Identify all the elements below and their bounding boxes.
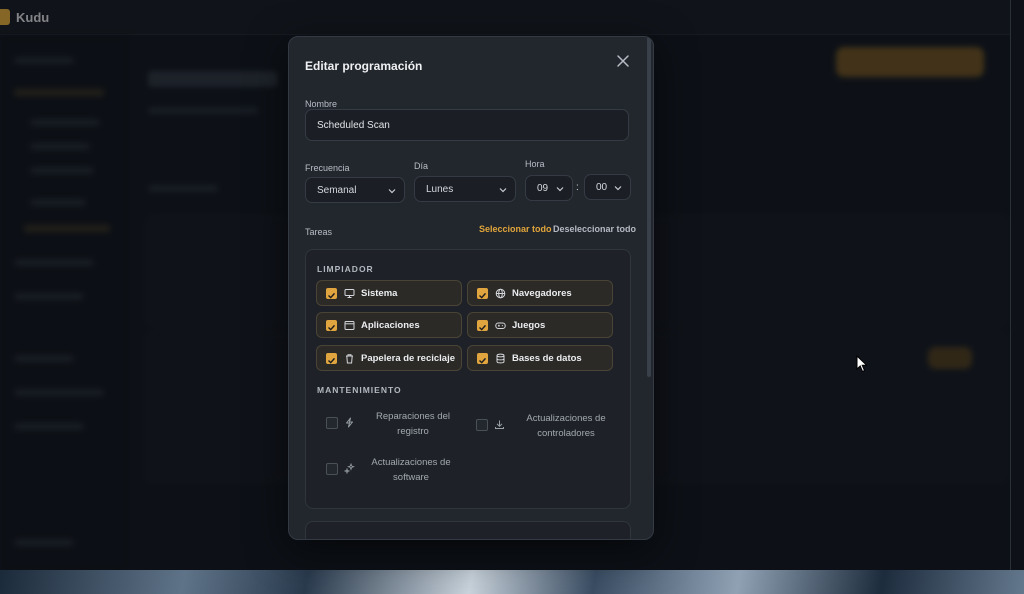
maintenance-section-title: MANTENIMIENTO	[317, 385, 402, 395]
download-icon	[495, 420, 504, 429]
task-item-juegos[interactable]: Juegos	[467, 312, 613, 338]
maintenance-item-controladores[interactable]: Actualizaciones de controladores	[476, 412, 626, 444]
maintenance-label: Actualizaciones de controladores	[526, 413, 606, 439]
cleaner-section-title: LIMPIADOR	[317, 264, 374, 274]
frequency-label: Frecuencia	[305, 163, 350, 173]
monitor-icon	[344, 289, 355, 298]
close-icon	[617, 55, 629, 67]
checkbox-unchecked[interactable]	[326, 417, 338, 429]
name-label: Nombre	[305, 99, 338, 109]
gamepad-icon	[495, 322, 506, 329]
globe-icon	[495, 288, 506, 299]
select-all-link[interactable]: Seleccionar todo	[479, 224, 552, 234]
frequency-value: Semanal	[317, 185, 357, 196]
database-icon	[496, 353, 505, 364]
time-label: Hora	[525, 159, 545, 169]
window-icon	[344, 321, 355, 330]
chevron-down-icon	[499, 188, 507, 193]
checkbox-checked[interactable]	[477, 320, 488, 331]
task-item-navegadores[interactable]: Navegadores	[467, 280, 613, 306]
task-item-sistema[interactable]: Sistema	[316, 280, 462, 306]
task-item-papelera[interactable]: Papelera de reciclaje	[316, 345, 462, 371]
task-label: Sistema	[361, 288, 398, 299]
chevron-down-icon	[388, 189, 396, 194]
maintenance-label: Reparaciones del registro	[376, 411, 450, 437]
task-label: Juegos	[512, 320, 546, 331]
close-button[interactable]	[611, 49, 635, 73]
task-label: Papelera de reciclaje	[361, 353, 456, 364]
minute-value: 00	[596, 182, 608, 193]
frequency-select[interactable]: Semanal	[305, 177, 405, 203]
task-label: Navegadores	[512, 288, 572, 299]
checkbox-checked[interactable]	[326, 353, 337, 364]
edit-schedule-dialog: Editar programación Nombre Scheduled Sca…	[288, 36, 654, 540]
checkbox-unchecked[interactable]	[326, 463, 338, 475]
desktop-wallpaper	[0, 570, 1024, 594]
hour-select[interactable]: 09	[525, 175, 573, 201]
mouse-cursor-icon	[856, 355, 868, 373]
day-value: Lunes	[426, 184, 454, 195]
task-label: Aplicaciones	[361, 320, 420, 331]
checkbox-checked[interactable]	[326, 288, 337, 299]
minute-select[interactable]: 00	[584, 174, 631, 200]
maintenance-item-software[interactable]: Actualizaciones de software	[326, 456, 466, 488]
checkbox-checked[interactable]	[326, 320, 337, 331]
task-label: Bases de datos	[512, 353, 582, 364]
task-item-aplicaciones[interactable]: Aplicaciones	[316, 312, 462, 338]
task-item-bases-de-datos[interactable]: Bases de datos	[467, 345, 613, 371]
chevron-down-icon	[614, 186, 622, 191]
maintenance-item-registro[interactable]: Reparaciones del registro	[326, 410, 466, 442]
next-section-card	[305, 521, 631, 539]
tasks-panel: LIMPIADOR Sistema Navegadores Aplicacion…	[305, 249, 631, 509]
checkbox-checked[interactable]	[477, 288, 488, 299]
tasks-label: Tareas	[305, 227, 333, 237]
checkbox-checked[interactable]	[477, 353, 488, 364]
chevron-down-icon	[556, 187, 564, 192]
sparkles-icon	[344, 463, 355, 474]
time-separator: :	[576, 182, 579, 193]
dialog-title: Editar programación	[305, 59, 423, 73]
name-input[interactable]: Scheduled Scan	[305, 109, 629, 141]
deselect-all-link[interactable]: Deseleccionar todo	[553, 224, 636, 234]
maintenance-label: Actualizaciones de software	[371, 457, 451, 483]
trash-icon	[346, 354, 353, 364]
checkbox-unchecked[interactable]	[476, 419, 488, 431]
name-input-value: Scheduled Scan	[317, 120, 390, 131]
dialog-scrollbar[interactable]	[647, 37, 651, 377]
hour-value: 09	[537, 183, 549, 194]
day-select[interactable]: Lunes	[414, 176, 516, 202]
day-label: Día	[414, 161, 429, 171]
bolt-icon	[346, 417, 353, 428]
